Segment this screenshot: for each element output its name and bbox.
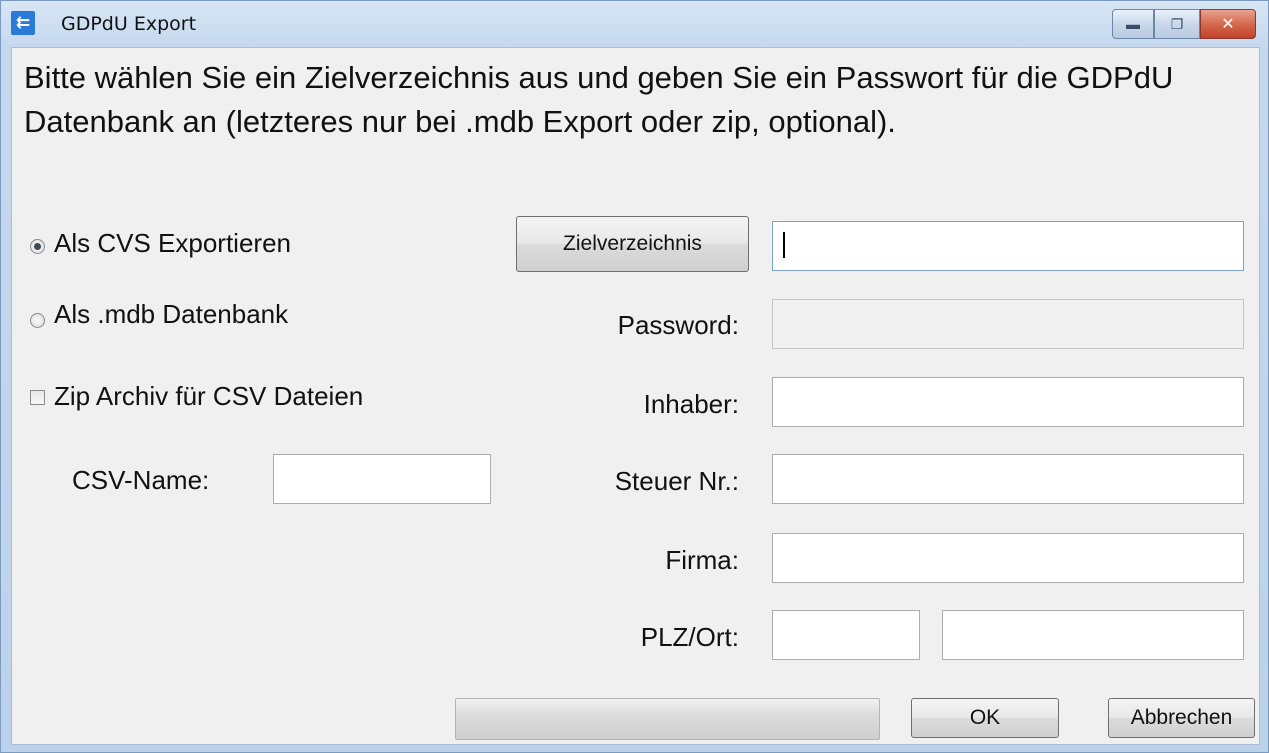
mdb-export-label[interactable]: Als .mdb Datenbank: [54, 299, 288, 330]
cancel-button[interactable]: Abbrechen: [1108, 698, 1255, 738]
text-caret: [783, 232, 785, 258]
inhaber-input[interactable]: [772, 377, 1244, 427]
instructions-text: Bitte wählen Sie ein Zielverzeichnis aus…: [24, 60, 1174, 139]
zip-archive-checkbox[interactable]: [30, 390, 45, 405]
plz-ort-label: PLZ/Ort:: [640, 622, 739, 652]
target-directory-input[interactable]: [772, 221, 1244, 271]
close-icon: ✕: [1221, 16, 1235, 33]
plz-input[interactable]: [772, 610, 920, 660]
password-input[interactable]: [772, 299, 1244, 349]
firma-label: Firma:: [665, 545, 739, 575]
title-bar[interactable]: ⇇ GDPdU Export ▬ ❐ ✕: [1, 1, 1268, 47]
app-icon: ⇇: [11, 11, 35, 35]
password-label: Password:: [617, 310, 739, 340]
export-progress-bar: [455, 698, 880, 740]
zip-archive-label[interactable]: Zip Archiv für CSV Dateien: [54, 381, 363, 412]
csv-name-input[interactable]: [273, 454, 491, 504]
dialog-client-area: Bitte wählen Sie ein Zielverzeichnis aus…: [11, 47, 1260, 745]
restore-icon: ❐: [1170, 15, 1184, 32]
minimize-icon: ▬: [1126, 16, 1140, 32]
csv-export-label[interactable]: Als CVS Exportieren: [54, 228, 291, 259]
steuer-nr-label: Steuer Nr.:: [614, 466, 739, 496]
firma-input[interactable]: [772, 533, 1244, 583]
mdb-export-radio[interactable]: [30, 313, 45, 328]
csv-name-label: CSV-Name:: [72, 465, 210, 495]
target-directory-button[interactable]: Zielverzeichnis: [516, 216, 749, 272]
inhaber-label: Inhaber:: [643, 389, 739, 419]
window-title: GDPdU Export: [61, 13, 197, 35]
steuer-nr-input[interactable]: [772, 454, 1244, 504]
ok-button[interactable]: OK: [911, 698, 1059, 738]
gdpdu-export-window: ⇇ GDPdU Export ▬ ❐ ✕ Bitte wählen Sie ei…: [0, 0, 1269, 753]
close-button[interactable]: ✕: [1200, 9, 1256, 39]
caption-buttons: ▬ ❐ ✕: [1112, 9, 1256, 39]
restore-button[interactable]: ❐: [1154, 9, 1200, 39]
ort-input[interactable]: [942, 610, 1244, 660]
minimize-button[interactable]: ▬: [1112, 9, 1154, 39]
csv-export-radio[interactable]: [30, 239, 45, 254]
